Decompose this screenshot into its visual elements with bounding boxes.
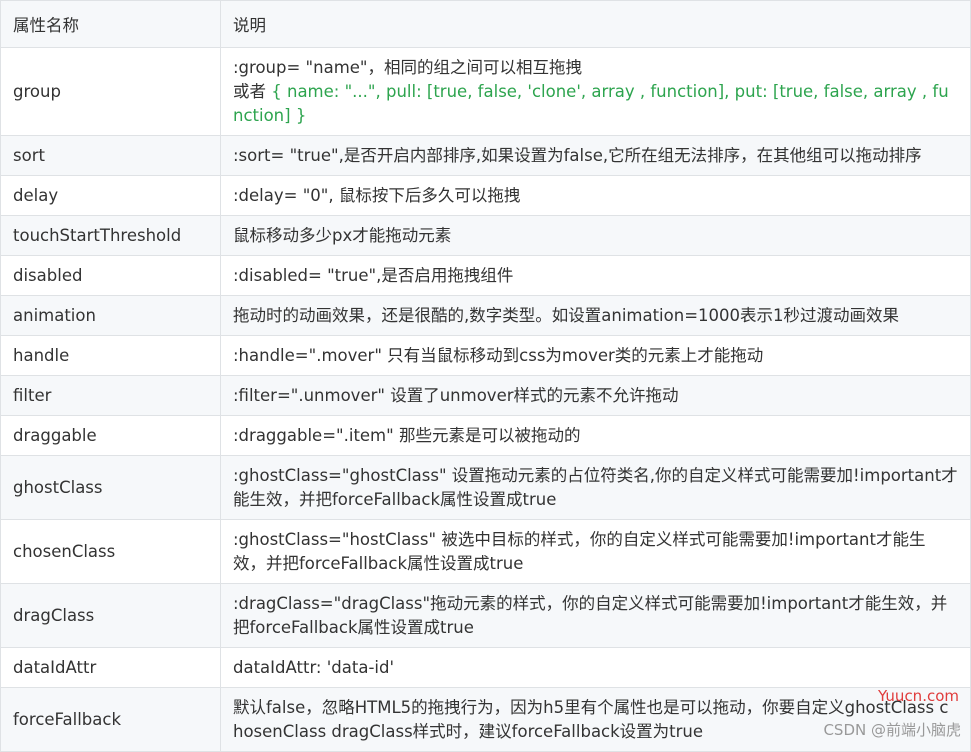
table-row-delay: delay :delay= "0", 鼠标按下后多久可以拖拽 [0, 175, 971, 216]
property-description: 拖动时的动画效果，还是很酷的,数字类型。如设置animation=1000表示1… [220, 295, 971, 336]
table-row-sort: sort :sort= "true",是否开启内部排序,如果设置为false,它… [0, 135, 971, 176]
property-name: sort [0, 135, 221, 176]
property-name: animation [0, 295, 221, 336]
property-description: :filter=".unmover" 设置了unmover样式的元素不允许拖动 [220, 375, 971, 416]
property-description: :disabled= "true",是否启用拖拽组件 [220, 255, 971, 296]
table-row-ghostclass: ghostClass :ghostClass="ghostClass" 设置拖动… [0, 455, 971, 520]
table-row-draggable: draggable :draggable=".item" 那些元素是可以被拖动的 [0, 415, 971, 456]
property-name: touchStartThreshold [0, 215, 221, 256]
property-description: :sort= "true",是否开启内部排序,如果设置为false,它所在组无法… [220, 135, 971, 176]
table-row-animation: animation 拖动时的动画效果，还是很酷的,数字类型。如设置animati… [0, 295, 971, 336]
table-row-chosenclass: chosenClass :ghostClass="hostClass" 被选中目… [0, 519, 971, 584]
property-name: group [0, 47, 221, 136]
property-description: :delay= "0", 鼠标按下后多久可以拖拽 [220, 175, 971, 216]
property-description: :draggable=".item" 那些元素是可以被拖动的 [220, 415, 971, 456]
group-desc-line1: :group= "name"，相同的组之间可以相互拖拽 [233, 57, 583, 77]
site-watermark: Yuucn.com [877, 687, 959, 705]
property-name: forceFallback [0, 687, 221, 752]
property-description: :ghostClass="hostClass" 被选中目标的样式，你的自定义样式… [220, 519, 971, 584]
property-description: dataIdAttr: 'data-id' [220, 647, 971, 688]
property-name: disabled [0, 255, 221, 296]
property-name: handle [0, 335, 221, 376]
property-name: ghostClass [0, 455, 221, 520]
group-desc-line2: 或者 { name: "...", pull: [true, false, 'c… [233, 80, 958, 128]
property-name: draggable [0, 415, 221, 456]
table-row-dataidattr: dataIdAttr dataIdAttr: 'data-id' [0, 647, 971, 688]
csdn-watermark: CSDN @前端小脑虎 [823, 721, 961, 739]
group-desc-code: { name: "...", pull: [true, false, 'clon… [233, 81, 949, 125]
table-row-dragclass: dragClass :dragClass="dragClass"拖动元素的样式，… [0, 583, 971, 648]
table-row-handle: handle :handle=".mover" 只有当鼠标移动到css为move… [0, 335, 971, 376]
property-name: chosenClass [0, 519, 221, 584]
property-description: 鼠标移动多少px才能拖动元素 [220, 215, 971, 256]
table-row-filter: filter :filter=".unmover" 设置了unmover样式的元… [0, 375, 971, 416]
property-description: :dragClass="dragClass"拖动元素的样式，你的自定义样式可能需… [220, 583, 971, 648]
table-row-group: group :group= "name"，相同的组之间可以相互拖拽 或者 { n… [0, 47, 971, 136]
table-row-touchstartthreshold: touchStartThreshold 鼠标移动多少px才能拖动元素 [0, 215, 971, 256]
header-property-name: 属性名称 [0, 0, 221, 48]
header-description: 说明 [220, 0, 971, 48]
table-header-row: 属性名称 说明 [0, 0, 971, 48]
property-description: :ghostClass="ghostClass" 设置拖动元素的占位符类名,你的… [220, 455, 971, 520]
table-row-disabled: disabled :disabled= "true",是否启用拖拽组件 [0, 255, 971, 296]
property-description: :group= "name"，相同的组之间可以相互拖拽 或者 { name: "… [220, 47, 971, 136]
property-description: :handle=".mover" 只有当鼠标移动到css为mover类的元素上才… [220, 335, 971, 376]
property-name: dragClass [0, 583, 221, 648]
property-name: delay [0, 175, 221, 216]
group-desc-prefix: 或者 [233, 81, 272, 101]
properties-table: 属性名称 说明 group :group= "name"，相同的组之间可以相互拖… [0, 0, 971, 752]
property-name: filter [0, 375, 221, 416]
property-name: dataIdAttr [0, 647, 221, 688]
